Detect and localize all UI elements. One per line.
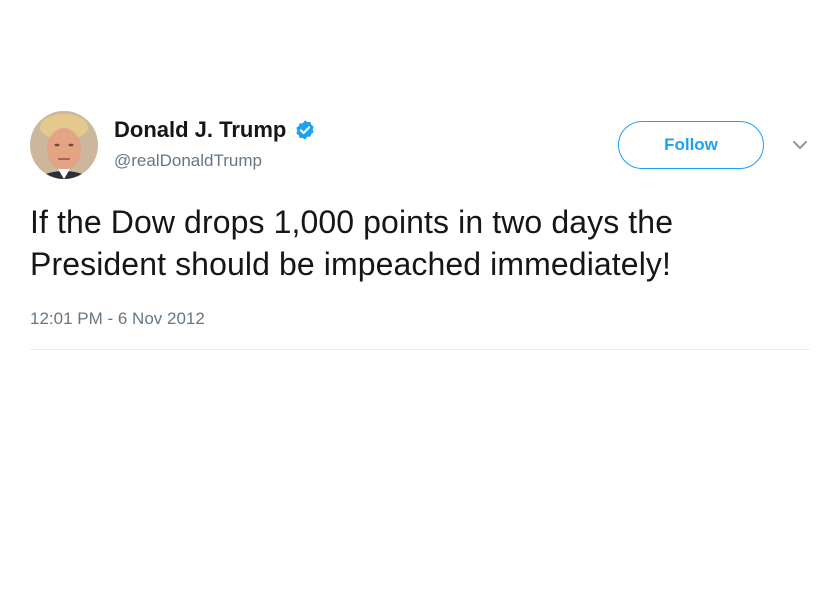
follow-button-label: Follow xyxy=(664,135,718,154)
chevron-down-icon[interactable] xyxy=(792,138,808,150)
avatar[interactable] xyxy=(30,111,98,179)
avatar-image xyxy=(30,111,98,179)
display-name-text: Donald J. Trump xyxy=(114,117,287,142)
tweet-text-line: President should be impeached immediatel… xyxy=(30,246,671,282)
tweet-timestamp[interactable]: 12:01 PM - 6 Nov 2012 xyxy=(30,309,205,329)
divider xyxy=(30,349,810,350)
tweet-card: Donald J. Trump @realDonaldTrump Follow … xyxy=(0,0,828,592)
verified-badge-icon xyxy=(294,119,316,141)
user-handle[interactable]: @realDonaldTrump xyxy=(114,151,262,171)
tweet-text: If the Dow drops 1,000 points in two day… xyxy=(30,201,820,285)
follow-button[interactable]: Follow xyxy=(618,121,764,169)
tweet-text-line: If the Dow drops 1,000 points in two day… xyxy=(30,204,674,240)
display-name[interactable]: Donald J. Trump xyxy=(114,117,316,143)
